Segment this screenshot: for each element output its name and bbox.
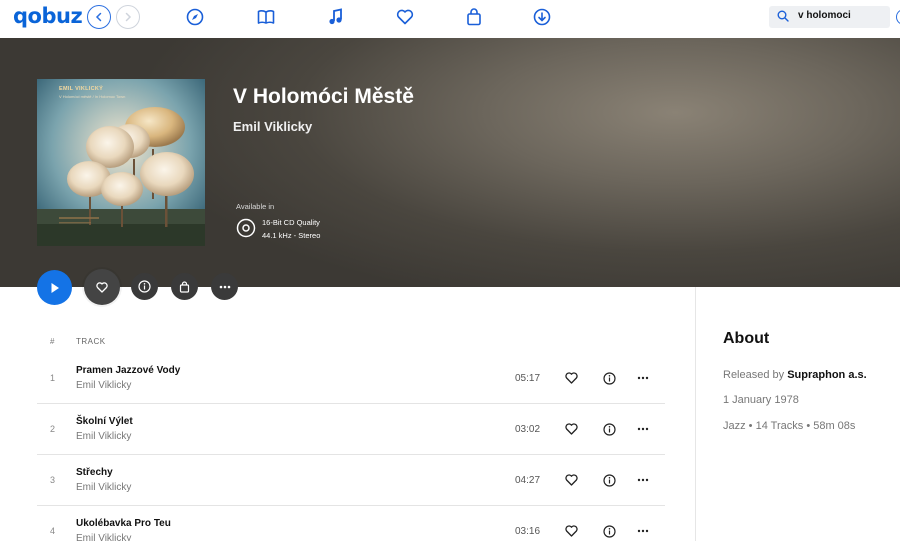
chevron-left-icon bbox=[95, 12, 102, 22]
shopping-bag-icon bbox=[467, 8, 481, 26]
track-info-button[interactable] bbox=[602, 371, 616, 385]
track-more-button[interactable] bbox=[636, 371, 650, 385]
heart-icon bbox=[396, 9, 414, 25]
info-icon bbox=[138, 280, 151, 293]
more-options-button[interactable] bbox=[211, 273, 238, 300]
qobuz-logo[interactable]: qobuz bbox=[13, 4, 83, 28]
downloads-nav-button[interactable] bbox=[532, 7, 552, 27]
album-title: V Holomóci Městě bbox=[233, 85, 414, 108]
book-icon bbox=[257, 10, 275, 24]
album-hero-banner: EMIL VIKLICKÝ V Holomóci městě / In Holo… bbox=[0, 38, 900, 287]
track-row[interactable]: 2 Školní Výlet Emil Viklicky 03:02 bbox=[37, 404, 665, 455]
track-row[interactable]: 3 Střechy Emil Viklicky 04:27 bbox=[37, 455, 665, 506]
track-duration: 04:27 bbox=[515, 475, 541, 486]
heart-icon bbox=[564, 474, 578, 486]
about-released-by: Released by Supraphon a.s. bbox=[723, 369, 867, 381]
track-number: 1 bbox=[50, 373, 56, 383]
track-row[interactable]: 1 Pramen Jazzové Vody Emil Viklicky 05:17 bbox=[37, 353, 665, 404]
download-icon bbox=[533, 8, 551, 26]
track-more-button[interactable] bbox=[636, 422, 650, 436]
track-favorite-button[interactable] bbox=[564, 473, 578, 487]
account-button[interactable] bbox=[896, 9, 900, 25]
discover-nav-button[interactable] bbox=[185, 7, 205, 27]
track-info-button[interactable] bbox=[602, 524, 616, 538]
more-horizontal-icon bbox=[637, 478, 649, 482]
track-title: Ukolébavka Pro Teu bbox=[76, 518, 171, 529]
quality-bit-depth: 16-Bit CD Quality bbox=[262, 218, 320, 227]
quality-sample-rate: 44.1 kHz - Stereo bbox=[262, 231, 321, 240]
heart-icon bbox=[96, 281, 108, 293]
cd-quality-icon bbox=[236, 218, 256, 238]
heart-icon bbox=[564, 525, 578, 537]
track-title: Pramen Jazzové Vody bbox=[76, 365, 181, 376]
more-horizontal-icon bbox=[637, 427, 649, 431]
track-favorite-button[interactable] bbox=[564, 524, 578, 538]
heart-icon bbox=[564, 372, 578, 384]
shopping-bag-icon bbox=[179, 280, 190, 293]
info-icon bbox=[602, 422, 616, 436]
info-icon bbox=[602, 524, 616, 538]
track-number: 4 bbox=[50, 526, 56, 536]
forward-button[interactable] bbox=[116, 5, 140, 29]
about-genre-tracks-duration: Jazz • 14 Tracks • 58m 08s bbox=[723, 420, 856, 432]
track-title: Střechy bbox=[76, 467, 113, 478]
track-info-button[interactable] bbox=[602, 473, 616, 487]
track-artist[interactable]: Emil Viklicky bbox=[76, 533, 131, 541]
track-duration: 03:16 bbox=[515, 526, 541, 537]
about-release-date: 1 January 1978 bbox=[723, 394, 799, 406]
track-favorite-button[interactable] bbox=[564, 422, 578, 436]
panel-divider bbox=[695, 287, 696, 541]
track-duration: 05:17 bbox=[515, 373, 541, 384]
track-title: Školní Výlet bbox=[76, 416, 133, 427]
heart-icon bbox=[564, 423, 578, 435]
track-number: 3 bbox=[50, 475, 56, 485]
music-nav-button[interactable] bbox=[326, 7, 346, 27]
track-number: 2 bbox=[50, 424, 56, 434]
album-artist-link[interactable]: Emil Viklicky bbox=[233, 119, 312, 134]
track-duration: 03:02 bbox=[515, 424, 541, 435]
favorites-nav-button[interactable] bbox=[395, 7, 415, 27]
about-heading: About bbox=[723, 330, 770, 347]
track-artist[interactable]: Emil Viklicky bbox=[76, 380, 131, 391]
tracklist-header-number: # bbox=[50, 337, 55, 346]
tracklist-header-track: TRACK bbox=[76, 337, 106, 346]
compass-icon bbox=[186, 8, 204, 26]
chevron-right-icon bbox=[125, 12, 132, 22]
track-more-button[interactable] bbox=[636, 473, 650, 487]
album-cover-artwork bbox=[37, 79, 205, 246]
released-by-prefix: Released by bbox=[723, 369, 785, 381]
search-query-text: v holomoci bbox=[798, 10, 851, 21]
play-icon bbox=[51, 282, 59, 293]
track-more-button[interactable] bbox=[636, 524, 650, 538]
track-favorite-button[interactable] bbox=[564, 371, 578, 385]
album-info-button[interactable] bbox=[131, 273, 158, 300]
track-info-button[interactable] bbox=[602, 422, 616, 436]
more-horizontal-icon bbox=[637, 376, 649, 380]
track-artist[interactable]: Emil Viklicky bbox=[76, 482, 131, 493]
search-icon bbox=[777, 10, 789, 22]
album-cover-artist-text: EMIL VIKLICKÝ bbox=[59, 86, 104, 92]
record-label-link[interactable]: Supraphon a.s. bbox=[787, 369, 866, 381]
library-nav-button[interactable] bbox=[256, 7, 276, 27]
purchases-nav-button[interactable] bbox=[464, 7, 484, 27]
search-input[interactable]: v holomoci bbox=[769, 6, 890, 28]
info-icon bbox=[602, 371, 616, 385]
top-navigation-bar: qobuz v holomoci bbox=[0, 0, 900, 38]
availability-label: Available in bbox=[236, 202, 275, 211]
album-cover[interactable]: EMIL VIKLICKÝ V Holomóci městě / In Holo… bbox=[37, 79, 205, 246]
music-note-icon bbox=[329, 8, 342, 25]
track-artist[interactable]: Emil Viklicky bbox=[76, 431, 131, 442]
info-icon bbox=[602, 473, 616, 487]
more-horizontal-icon bbox=[219, 285, 230, 288]
track-row[interactable]: 4 Ukolébavka Pro Teu Emil Viklicky 03:16 bbox=[37, 506, 665, 541]
more-horizontal-icon bbox=[637, 529, 649, 533]
add-to-favorites-button[interactable] bbox=[84, 269, 120, 305]
play-button[interactable] bbox=[37, 270, 72, 305]
back-button[interactable] bbox=[87, 5, 111, 29]
album-cover-title-text: V Holomóci městě / In Holomuc Town bbox=[59, 94, 126, 99]
buy-album-button[interactable] bbox=[171, 273, 198, 300]
